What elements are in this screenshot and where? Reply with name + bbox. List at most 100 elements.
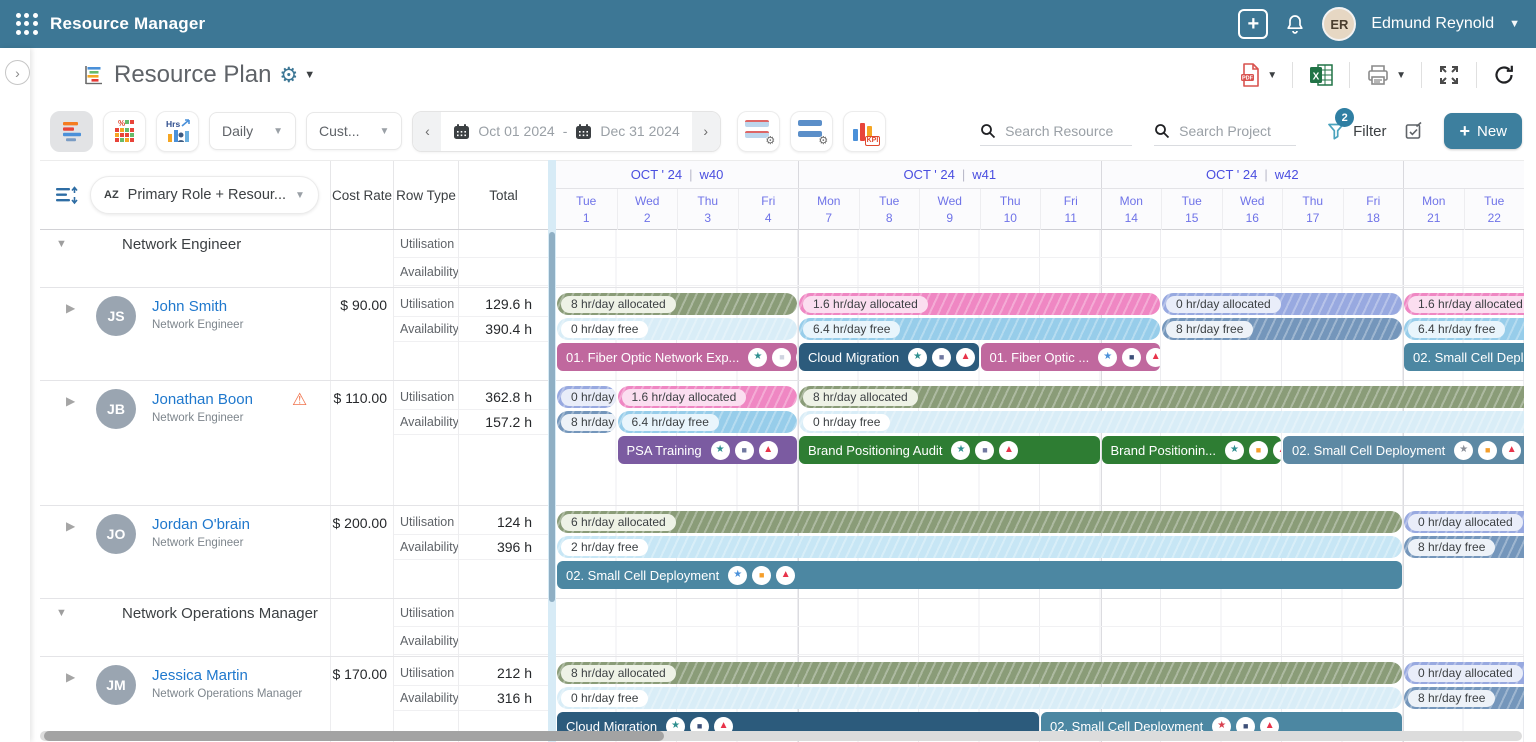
row-display-settings-button[interactable]: ⚙ bbox=[737, 111, 780, 152]
utilisation-bar[interactable]: 8 hr/day allocated bbox=[557, 662, 1402, 684]
day-of-week: Wed bbox=[1240, 194, 1264, 208]
project-bar[interactable]: Cloud Migration★■▲ bbox=[799, 343, 979, 371]
horizontal-scrollbar-thumb[interactable] bbox=[44, 731, 664, 741]
day-header-cell: Thu10 bbox=[980, 189, 1041, 230]
utilisation-bar[interactable]: 0 hr/day allocated bbox=[1162, 293, 1402, 315]
export-pdf-button[interactable]: PDF ▼ bbox=[1238, 62, 1277, 88]
date-to-value[interactable]: Dec 31 2024 bbox=[600, 123, 679, 139]
utilisation-bar[interactable]: 1.6 hr/day allocated bbox=[799, 293, 1160, 315]
project-bar[interactable]: 02. Small Cell Deployment★■▲ bbox=[557, 561, 1402, 589]
view-toggle-heatmap[interactable]: % bbox=[103, 111, 146, 152]
vertical-scrollbar[interactable] bbox=[548, 160, 556, 742]
next-period-button[interactable]: › bbox=[692, 112, 720, 151]
availability-bar[interactable]: 0 hr/day free bbox=[557, 687, 1402, 709]
resource-name-link[interactable]: Jordan O'brain bbox=[152, 516, 250, 533]
resource-text: Jordan O'brainNetwork Engineer bbox=[152, 516, 250, 549]
availability-bar[interactable]: 8 hr/day free bbox=[1404, 687, 1524, 709]
day-header-cell: Wed2 bbox=[617, 189, 678, 230]
collapsed-sidebar: › bbox=[0, 48, 30, 742]
collapse-group-button[interactable]: ▼ bbox=[56, 607, 67, 619]
day-of-week: Thu bbox=[697, 194, 718, 208]
day-number: 22 bbox=[1488, 211, 1501, 225]
utilisation-bar[interactable]: 8 hr/day allocated bbox=[799, 386, 1524, 408]
print-options-caret-icon[interactable]: ▼ bbox=[1396, 70, 1406, 81]
expand-resource-button[interactable]: ▶ bbox=[66, 519, 75, 533]
fullscreen-button[interactable] bbox=[1437, 63, 1461, 87]
user-avatar[interactable]: ER bbox=[1322, 7, 1356, 41]
new-button[interactable]: + New bbox=[1444, 113, 1522, 149]
utilisation-bar[interactable]: 8 hr/day allocated bbox=[557, 293, 797, 315]
search-resource-input[interactable] bbox=[1003, 122, 1132, 140]
project-bar[interactable]: PSA Training★■▲ bbox=[618, 436, 798, 464]
row-expand-all-icon[interactable] bbox=[54, 185, 78, 205]
date-from-value[interactable]: Oct 01 2024 bbox=[478, 123, 554, 139]
week-month: OCT ' 24 bbox=[631, 167, 682, 182]
calendar-icon[interactable] bbox=[453, 123, 470, 140]
search-project-input[interactable] bbox=[1177, 122, 1296, 140]
availability-bar[interactable]: 6.4 hr/day free bbox=[1404, 318, 1524, 340]
availability-bar[interactable]: 6.4 hr/day free bbox=[618, 411, 798, 433]
user-menu-chevron-icon[interactable]: ▼ bbox=[1509, 18, 1520, 30]
project-bar[interactable]: 01. Fiber Optic ...★■▲ bbox=[981, 343, 1161, 371]
total-availability-value: 390.4 h bbox=[459, 317, 548, 342]
collapse-group-button[interactable]: ▼ bbox=[56, 238, 67, 250]
project-bar-label: 02. Small Cell Deployment bbox=[566, 568, 719, 583]
notifications-bell-icon[interactable] bbox=[1283, 12, 1307, 36]
project-bar[interactable]: Brand Positionin...★■▲ bbox=[1102, 436, 1282, 464]
expand-resource-button[interactable]: ▶ bbox=[66, 394, 75, 408]
resource-name-link[interactable]: Jessica Martin bbox=[152, 667, 302, 684]
resource-name-cell: ▶JBJonathan BoonNetwork Engineer⚠ bbox=[40, 381, 330, 505]
prev-period-button[interactable]: ‹ bbox=[413, 112, 441, 151]
total-availability-value: 316 h bbox=[459, 686, 548, 711]
day-header-cell: Fri4 bbox=[738, 189, 799, 230]
filter-button[interactable]: 2 Filter bbox=[1326, 121, 1386, 141]
quick-add-button[interactable]: + bbox=[1238, 9, 1268, 39]
utilisation-bar[interactable]: 0 hr/day bbox=[557, 386, 616, 408]
project-bar[interactable]: 02. Small Cell Deployment bbox=[1404, 343, 1524, 371]
group-timeline-row bbox=[556, 230, 1524, 288]
vertical-scrollbar-thumb[interactable] bbox=[549, 232, 555, 602]
expand-resource-button[interactable]: ▶ bbox=[66, 670, 75, 684]
apps-grid-icon[interactable] bbox=[16, 13, 38, 35]
project-bar[interactable]: 02. Small Cell Deployment★■▲ bbox=[1283, 436, 1524, 464]
project-bar[interactable]: 01. Fiber Optic Network Exp...★■▲ bbox=[557, 343, 797, 371]
chevron-down-icon: ▼ bbox=[295, 190, 305, 201]
resource-row: ▶JMJessica MartinNetwork Operations Mana… bbox=[40, 657, 548, 742]
availability-bar[interactable]: 0 hr/day free bbox=[557, 318, 797, 340]
day-of-week: Fri bbox=[1366, 194, 1380, 208]
sidebar-expand-button[interactable]: › bbox=[5, 60, 30, 85]
availability-bar[interactable]: 0 hr/day free bbox=[799, 411, 1524, 433]
utilisation-bar[interactable]: 1.6 hr/day allocated bbox=[1404, 293, 1524, 315]
availability-bar[interactable]: 2 hr/day free bbox=[557, 536, 1402, 558]
calendar-icon[interactable] bbox=[575, 123, 592, 140]
export-excel-button[interactable]: X bbox=[1308, 63, 1334, 87]
expand-resource-button[interactable]: ▶ bbox=[66, 301, 75, 315]
filter-presets-button[interactable] bbox=[1404, 121, 1424, 141]
utilisation-bar[interactable]: 1.6 hr/day allocated bbox=[618, 386, 798, 408]
view-dropdown-caret-icon[interactable]: ▼ bbox=[304, 69, 315, 81]
bar-display-settings-button[interactable]: ⚙ bbox=[790, 111, 833, 152]
view-settings-gear-icon[interactable]: ⚙ bbox=[279, 65, 298, 86]
availability-bar[interactable]: 8 hr/day free bbox=[1404, 536, 1524, 558]
print-button[interactable]: ▼ bbox=[1365, 63, 1406, 87]
group-sort-select[interactable]: AZ Primary Role + Resour... ▼ bbox=[90, 176, 319, 214]
availability-bar[interactable]: 6.4 hr/day free bbox=[799, 318, 1160, 340]
range-preset-select[interactable]: Cust... ▼ bbox=[306, 112, 402, 150]
availability-bar[interactable]: 8 hr/day free bbox=[1162, 318, 1402, 340]
utilisation-bar[interactable]: 0 hr/day allocated bbox=[1404, 662, 1524, 684]
granularity-select[interactable]: Daily ▼ bbox=[209, 112, 296, 150]
refresh-button[interactable] bbox=[1492, 63, 1516, 87]
availability-bar[interactable]: 8 hr/day bbox=[557, 411, 616, 433]
view-toggle-hours-kpi[interactable]: Hrs bbox=[156, 111, 199, 152]
resource-name-link[interactable]: John Smith bbox=[152, 298, 243, 315]
kpi-panel-button[interactable]: KPI bbox=[843, 111, 886, 152]
project-bar[interactable]: Brand Positioning Audit★■▲ bbox=[799, 436, 1100, 464]
horizontal-scrollbar[interactable] bbox=[40, 731, 1522, 741]
pdf-options-caret-icon[interactable]: ▼ bbox=[1267, 70, 1277, 81]
utilisation-bar[interactable]: 6 hr/day allocated bbox=[557, 511, 1402, 533]
row-type-utilisation-label: Utilisation bbox=[394, 292, 458, 317]
resource-name-link[interactable]: Jonathan Boon bbox=[152, 391, 253, 408]
week-separator: | bbox=[1264, 167, 1267, 182]
view-toggle-plan[interactable] bbox=[50, 111, 93, 152]
utilisation-bar[interactable]: 0 hr/day allocated bbox=[1404, 511, 1524, 533]
